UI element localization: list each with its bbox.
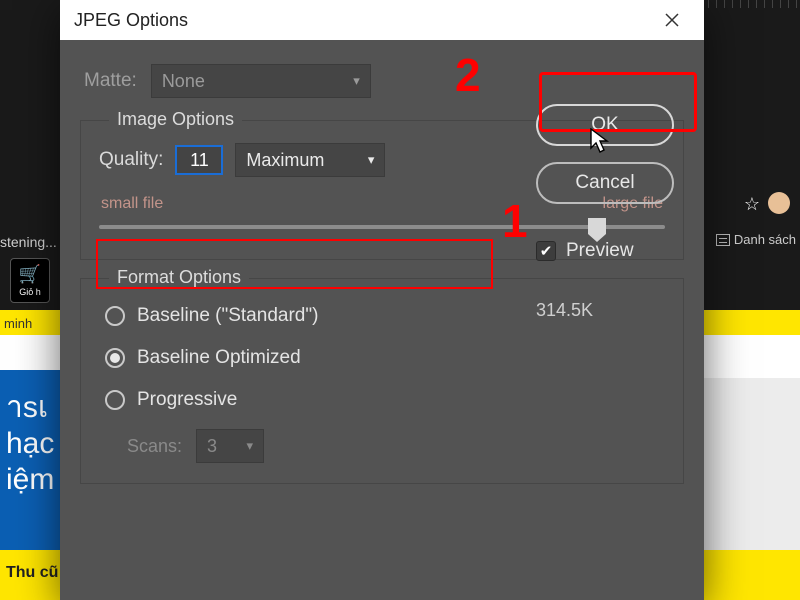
ok-label: OK bbox=[591, 114, 618, 136]
scans-value: 3 bbox=[207, 436, 217, 457]
radio-label: Progressive bbox=[137, 389, 237, 411]
check-icon: ✔ bbox=[540, 244, 553, 259]
dialog-action-column: OK Cancel ✔ Preview 314.5K bbox=[536, 104, 674, 321]
bg-minh-text: minh bbox=[0, 313, 36, 334]
matte-dropdown[interactable]: None ▾ bbox=[151, 64, 371, 98]
file-size-text: 314.5K bbox=[536, 300, 593, 321]
cart-icon: 🛒 Giỏ h bbox=[10, 258, 50, 303]
cancel-label: Cancel bbox=[575, 172, 634, 194]
checkbox-icon: ✔ bbox=[536, 241, 556, 261]
bg-list-label: Danh sách bbox=[716, 232, 796, 247]
chevron-down-icon: ▾ bbox=[353, 73, 360, 89]
matte-row: Matte: None ▾ bbox=[84, 64, 684, 98]
matte-label: Matte: bbox=[84, 70, 137, 92]
cancel-button[interactable]: Cancel bbox=[536, 162, 674, 204]
star-icon: ☆ bbox=[744, 194, 760, 215]
bg-text: iệm bbox=[6, 462, 54, 498]
scans-label: Scans: bbox=[127, 436, 182, 457]
radio-baseline-optimized[interactable]: Baseline Optimized bbox=[105, 347, 665, 369]
dialog-title: JPEG Options bbox=[74, 10, 654, 31]
preview-label: Preview bbox=[566, 240, 634, 262]
close-button[interactable] bbox=[654, 2, 690, 38]
quality-preset-value: Maximum bbox=[246, 150, 324, 171]
radio-progressive[interactable]: Progressive bbox=[105, 389, 665, 411]
bg-text: hạc bbox=[6, 426, 54, 462]
radio-icon bbox=[105, 306, 125, 326]
quality-preset-dropdown[interactable]: Maximum ▾ bbox=[235, 143, 385, 177]
chevron-down-icon: ▾ bbox=[247, 438, 254, 454]
list-icon bbox=[716, 234, 730, 246]
quality-input[interactable] bbox=[175, 145, 223, 175]
bg-blue-block: าsเ hạc iệm bbox=[0, 370, 60, 570]
avatar bbox=[768, 192, 790, 214]
jpeg-options-dialog: JPEG Options Matte: None ▾ Image Options… bbox=[60, 0, 704, 600]
close-icon bbox=[664, 12, 680, 28]
bg-listening-text: stening... bbox=[0, 234, 57, 250]
scans-dropdown: 3 ▾ bbox=[196, 429, 264, 463]
quality-label: Quality: bbox=[99, 149, 163, 171]
radio-label: Baseline ("Standard") bbox=[137, 305, 318, 327]
bg-text: Danh sách bbox=[734, 232, 796, 247]
bg-text: Thu cũ bbox=[6, 564, 58, 582]
bg-text: Giỏ h bbox=[19, 287, 41, 297]
chevron-down-icon: ▾ bbox=[368, 152, 375, 168]
ok-button[interactable]: OK bbox=[536, 104, 674, 146]
radio-icon bbox=[105, 348, 125, 368]
dialog-body: Matte: None ▾ Image Options Quality: Max… bbox=[60, 40, 704, 518]
dialog-titlebar: JPEG Options bbox=[60, 0, 704, 40]
matte-value: None bbox=[162, 71, 205, 92]
format-options-legend: Format Options bbox=[109, 267, 249, 288]
image-options-legend: Image Options bbox=[109, 109, 242, 130]
radio-icon bbox=[105, 390, 125, 410]
scans-row: Scans: 3 ▾ bbox=[127, 429, 665, 463]
shopping-cart-icon: 🛒 bbox=[19, 264, 41, 285]
slider-min-label: small file bbox=[101, 195, 163, 213]
radio-label: Baseline Optimized bbox=[137, 347, 301, 369]
bg-text: าsเ bbox=[6, 390, 54, 426]
preview-checkbox[interactable]: ✔ Preview bbox=[536, 240, 634, 262]
